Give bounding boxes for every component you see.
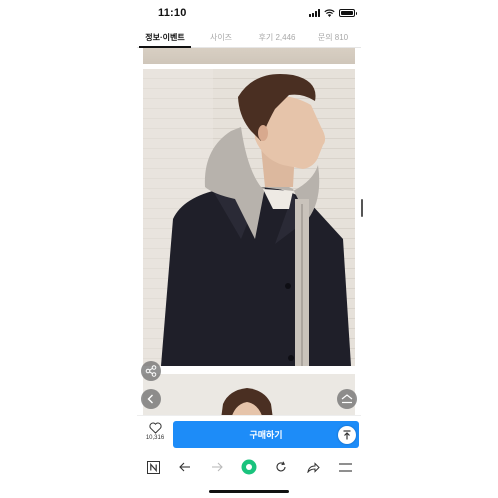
status-icons bbox=[309, 9, 357, 17]
product-tabs: 정보·이벤트 사이즈 후기 2,446 문의 810 bbox=[137, 26, 361, 48]
battery-icon bbox=[339, 9, 357, 17]
green-dot-button[interactable] bbox=[238, 456, 260, 478]
naver-home-button[interactable] bbox=[142, 456, 164, 478]
share-arrow-icon bbox=[306, 461, 320, 473]
refresh-button[interactable] bbox=[270, 456, 292, 478]
wishlist-button[interactable]: 10,316 bbox=[142, 422, 168, 441]
buy-button[interactable]: 구매하기 bbox=[173, 421, 359, 448]
menu-button[interactable] bbox=[334, 456, 356, 478]
to-top-icon bbox=[343, 430, 351, 440]
to-top-button[interactable] bbox=[338, 426, 356, 444]
back-arrow-button[interactable] bbox=[141, 389, 161, 409]
wishlist-count: 10,316 bbox=[145, 435, 165, 441]
browser-toolbar bbox=[137, 453, 361, 481]
tab-inquiries[interactable]: 문의 810 bbox=[305, 26, 361, 47]
back-arrow-icon bbox=[147, 394, 153, 404]
heart-icon bbox=[148, 422, 162, 434]
tab-info-event[interactable]: 정보·이벤트 bbox=[137, 26, 193, 48]
product-photo[interactable] bbox=[143, 69, 355, 366]
back-button[interactable] bbox=[174, 456, 196, 478]
status-bar: 11:10 bbox=[137, 0, 361, 26]
naver-icon bbox=[146, 460, 160, 474]
tab-reviews[interactable]: 후기 2,446 bbox=[249, 26, 305, 47]
green-dot-icon bbox=[241, 459, 257, 475]
purchase-bar: 10,316 구매하기 bbox=[137, 415, 361, 453]
product-detail-content[interactable] bbox=[137, 48, 361, 415]
tab-size[interactable]: 사이즈 bbox=[193, 26, 249, 47]
share-button[interactable] bbox=[141, 361, 161, 381]
cellular-signal-icon bbox=[309, 9, 320, 17]
next-model-illustration bbox=[221, 388, 273, 415]
model-illustration bbox=[143, 69, 351, 366]
wifi-icon bbox=[324, 9, 335, 17]
home-indicator bbox=[209, 490, 289, 493]
menu-icon bbox=[338, 462, 352, 472]
back-icon bbox=[179, 462, 190, 472]
next-product-photo bbox=[143, 374, 355, 415]
scroll-up-button[interactable] bbox=[337, 389, 357, 409]
scrollbar-thumb[interactable] bbox=[361, 199, 363, 217]
refresh-icon bbox=[276, 461, 286, 472]
forward-button[interactable] bbox=[206, 456, 228, 478]
share-icon bbox=[145, 365, 157, 377]
scroll-up-icon bbox=[341, 394, 353, 404]
share-page-button[interactable] bbox=[302, 456, 324, 478]
previous-image-edge bbox=[143, 48, 355, 64]
forward-icon bbox=[212, 462, 223, 472]
status-time: 11:10 bbox=[158, 7, 187, 19]
